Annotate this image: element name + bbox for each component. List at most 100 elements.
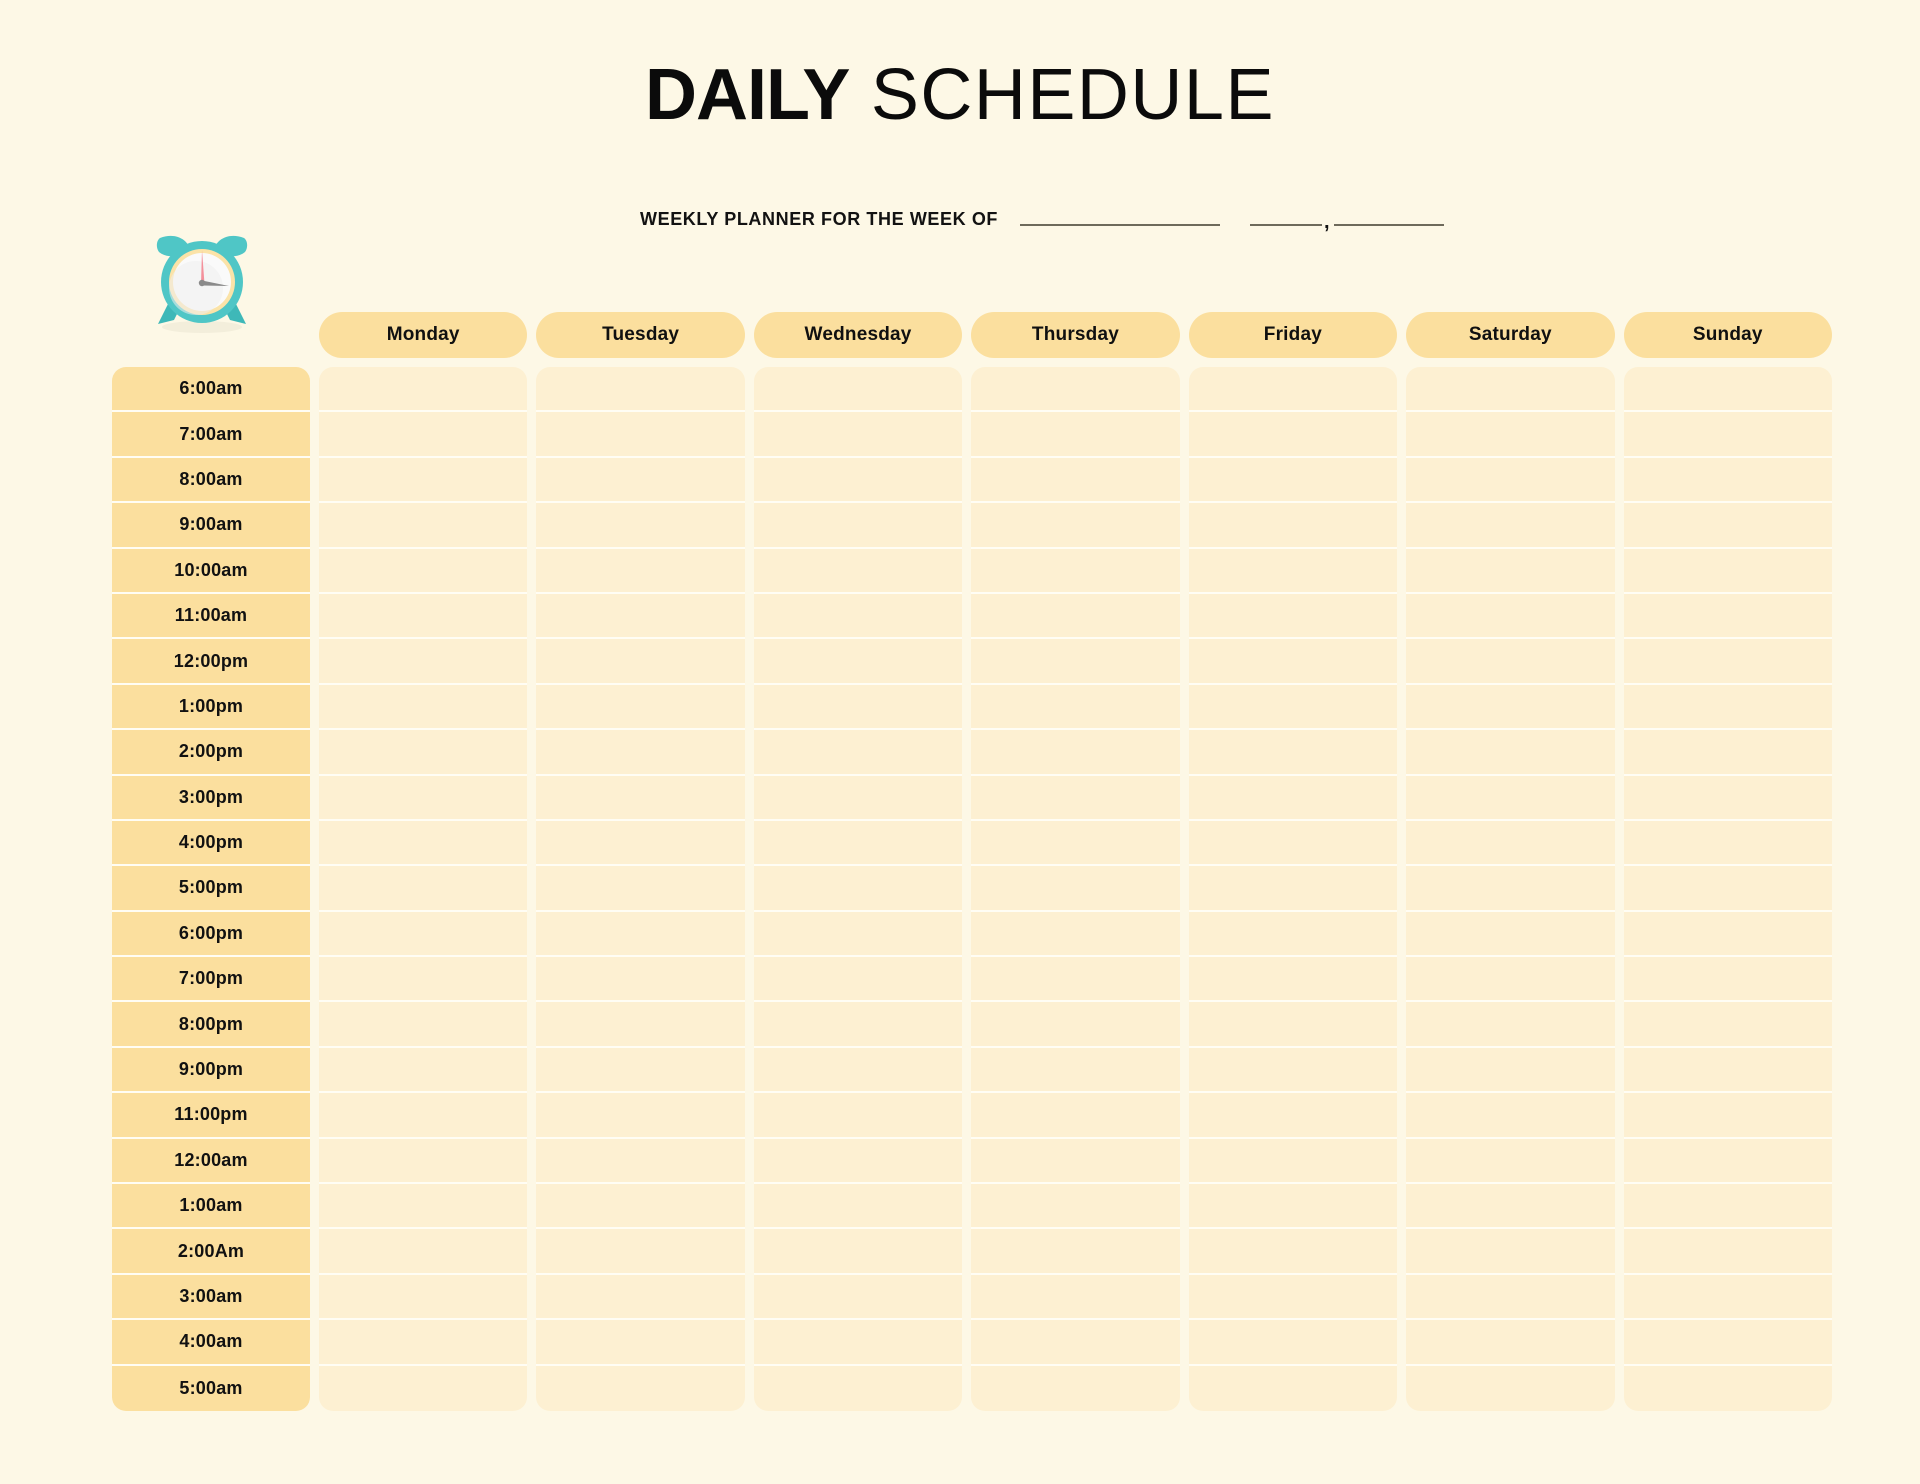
schedule-slot[interactable] bbox=[1406, 685, 1615, 731]
day-header-saturday[interactable]: Saturday bbox=[1406, 312, 1615, 358]
schedule-slot[interactable] bbox=[1189, 1366, 1397, 1411]
schedule-slot[interactable] bbox=[1188, 912, 1398, 958]
schedule-slot[interactable] bbox=[536, 639, 745, 685]
schedule-slot[interactable] bbox=[1623, 1184, 1832, 1230]
day-header-friday[interactable]: Friday bbox=[1188, 312, 1398, 358]
schedule-slot[interactable] bbox=[1188, 776, 1398, 821]
schedule-slot[interactable] bbox=[753, 1002, 963, 1048]
schedule-slot[interactable] bbox=[1406, 957, 1615, 1003]
schedule-slot[interactable] bbox=[1623, 412, 1832, 458]
schedule-slot[interactable] bbox=[1188, 957, 1398, 1003]
schedule-slot[interactable] bbox=[753, 1048, 963, 1094]
schedule-slot[interactable] bbox=[536, 1320, 745, 1366]
schedule-slot[interactable] bbox=[1406, 1229, 1615, 1275]
schedule-slot[interactable] bbox=[971, 776, 1180, 821]
schedule-slot[interactable] bbox=[1188, 1048, 1398, 1094]
schedule-slot[interactable] bbox=[1406, 639, 1615, 685]
schedule-slot[interactable] bbox=[753, 412, 963, 458]
schedule-slot[interactable] bbox=[1623, 594, 1832, 640]
schedule-slot[interactable] bbox=[753, 1320, 963, 1366]
schedule-slot[interactable] bbox=[753, 821, 963, 867]
schedule-slot[interactable] bbox=[971, 594, 1180, 640]
day-header-monday[interactable]: Monday bbox=[319, 312, 528, 358]
schedule-slot[interactable] bbox=[971, 957, 1180, 1003]
schedule-slot[interactable] bbox=[753, 594, 963, 640]
schedule-slot[interactable] bbox=[971, 1366, 1179, 1411]
schedule-slot[interactable] bbox=[319, 412, 528, 458]
schedule-slot[interactable] bbox=[971, 1184, 1180, 1230]
schedule-slot[interactable] bbox=[536, 776, 745, 821]
schedule-slot[interactable] bbox=[319, 866, 528, 912]
schedule-slot[interactable] bbox=[1188, 866, 1398, 912]
schedule-slot[interactable] bbox=[319, 549, 528, 594]
schedule-slot[interactable] bbox=[1406, 730, 1615, 776]
schedule-slot[interactable] bbox=[319, 639, 528, 685]
schedule-slot[interactable] bbox=[1406, 1275, 1615, 1321]
schedule-slot[interactable] bbox=[319, 776, 528, 821]
schedule-slot[interactable] bbox=[1406, 1366, 1614, 1411]
schedule-slot[interactable] bbox=[971, 503, 1180, 549]
schedule-slot[interactable] bbox=[1623, 1275, 1832, 1321]
schedule-slot[interactable] bbox=[1188, 1275, 1398, 1321]
schedule-slot[interactable] bbox=[319, 1139, 528, 1185]
schedule-slot[interactable] bbox=[319, 730, 528, 776]
schedule-slot[interactable] bbox=[1406, 367, 1615, 413]
schedule-slot[interactable] bbox=[753, 1229, 963, 1275]
schedule-slot[interactable] bbox=[753, 685, 963, 731]
schedule-slot[interactable] bbox=[1406, 912, 1615, 958]
schedule-slot[interactable] bbox=[1623, 1002, 1832, 1048]
schedule-slot[interactable] bbox=[971, 639, 1180, 685]
schedule-slot[interactable] bbox=[1188, 503, 1398, 549]
schedule-slot[interactable] bbox=[1406, 1093, 1615, 1139]
schedule-slot[interactable] bbox=[1406, 776, 1615, 821]
schedule-slot[interactable] bbox=[319, 1366, 527, 1411]
schedule-slot[interactable] bbox=[536, 1139, 745, 1185]
schedule-slot[interactable] bbox=[319, 1002, 528, 1048]
schedule-slot[interactable] bbox=[753, 1093, 963, 1139]
schedule-slot[interactable] bbox=[1623, 912, 1832, 958]
schedule-slot[interactable] bbox=[319, 1229, 528, 1275]
schedule-slot[interactable] bbox=[319, 1320, 528, 1366]
schedule-slot[interactable] bbox=[753, 730, 963, 776]
schedule-slot[interactable] bbox=[319, 1184, 528, 1230]
schedule-slot[interactable] bbox=[536, 912, 745, 958]
schedule-slot[interactable] bbox=[1188, 549, 1398, 594]
schedule-slot[interactable] bbox=[1188, 821, 1398, 867]
schedule-slot[interactable] bbox=[536, 367, 745, 413]
schedule-slot[interactable] bbox=[1623, 639, 1832, 685]
schedule-slot[interactable] bbox=[971, 367, 1180, 413]
schedule-slot[interactable] bbox=[971, 912, 1180, 958]
schedule-slot[interactable] bbox=[536, 821, 745, 867]
schedule-slot[interactable] bbox=[1623, 549, 1832, 594]
schedule-slot[interactable] bbox=[971, 1048, 1180, 1094]
schedule-slot[interactable] bbox=[971, 1320, 1180, 1366]
schedule-slot[interactable] bbox=[1406, 1184, 1615, 1230]
schedule-slot[interactable] bbox=[1623, 503, 1832, 549]
schedule-slot[interactable] bbox=[1406, 1139, 1615, 1185]
schedule-slot[interactable] bbox=[971, 1093, 1180, 1139]
schedule-slot[interactable] bbox=[536, 957, 745, 1003]
schedule-slot[interactable] bbox=[319, 821, 528, 867]
schedule-slot[interactable] bbox=[1188, 367, 1398, 413]
schedule-slot[interactable] bbox=[1406, 594, 1615, 640]
week-of-blank-field-3[interactable] bbox=[1333, 224, 1444, 226]
schedule-slot[interactable] bbox=[1188, 1320, 1398, 1366]
schedule-slot[interactable] bbox=[319, 503, 528, 549]
schedule-slot[interactable] bbox=[1406, 866, 1615, 912]
schedule-slot[interactable] bbox=[1623, 367, 1832, 413]
schedule-slot[interactable] bbox=[753, 957, 963, 1003]
schedule-slot[interactable] bbox=[1624, 1366, 1832, 1411]
schedule-slot[interactable] bbox=[1406, 1002, 1615, 1048]
schedule-slot[interactable] bbox=[971, 1275, 1180, 1321]
schedule-slot[interactable] bbox=[536, 503, 745, 549]
schedule-slot[interactable] bbox=[1188, 685, 1398, 731]
schedule-slot[interactable] bbox=[753, 639, 963, 685]
day-header-tuesday[interactable]: Tuesday bbox=[536, 312, 745, 358]
week-of-blank-field-1[interactable] bbox=[1020, 224, 1221, 226]
schedule-slot[interactable] bbox=[1623, 957, 1832, 1003]
schedule-slot[interactable] bbox=[1188, 1184, 1398, 1230]
schedule-slot[interactable] bbox=[1623, 776, 1832, 821]
schedule-slot[interactable] bbox=[753, 503, 963, 549]
schedule-slot[interactable] bbox=[1406, 549, 1615, 594]
schedule-slot[interactable] bbox=[1188, 1139, 1398, 1185]
